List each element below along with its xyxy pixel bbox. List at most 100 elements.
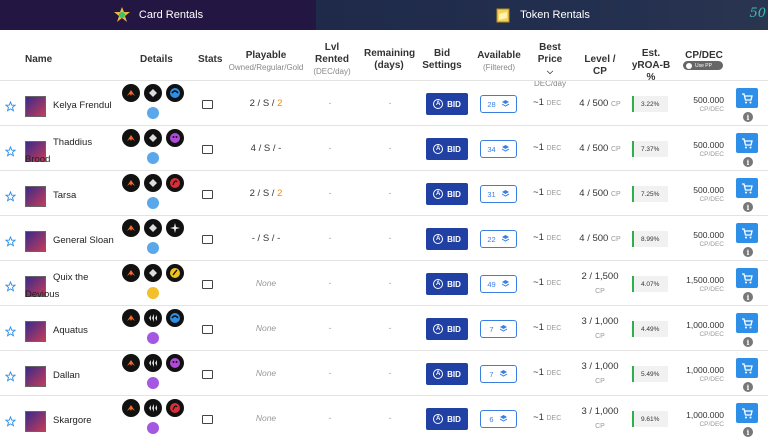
bid-button[interactable]: A BID (426, 183, 468, 205)
add-to-cart-button[interactable] (736, 358, 758, 378)
available-button[interactable]: 28 (480, 95, 517, 113)
playable-regular: S (263, 143, 271, 154)
neutral-icon (144, 264, 162, 282)
favorite-star-icon[interactable] (4, 369, 17, 382)
bid-button[interactable]: A BID (426, 138, 468, 160)
yroa-value: 8.99% (632, 231, 668, 247)
card-avatar[interactable] (25, 186, 46, 207)
card-name[interactable]: Aquatus (53, 322, 123, 339)
available-button[interactable]: 7 (480, 365, 517, 383)
bid-button[interactable]: A BID (426, 273, 468, 295)
stats-icon[interactable] (202, 190, 213, 199)
level-cp: 4 / 500 CP (578, 233, 622, 244)
available-button[interactable]: 22 (480, 230, 517, 248)
col-lvl-rented-sub: (DEC/day) (313, 67, 351, 76)
tab-token-rentals[interactable]: Token Rentals 50 (316, 0, 768, 30)
info-icon[interactable]: i (743, 157, 753, 167)
stats-icon[interactable] (202, 145, 213, 154)
bid-button[interactable]: A BID (426, 408, 468, 430)
add-to-cart-button[interactable] (736, 313, 758, 333)
cart-icon (742, 407, 753, 418)
card-avatar[interactable] (25, 321, 46, 342)
favorite-star-icon[interactable] (4, 414, 17, 427)
card-name[interactable]: Skargore (53, 412, 123, 429)
card-name[interactable]: General Sloan (53, 232, 123, 249)
add-to-cart-button[interactable] (736, 88, 758, 108)
card-name[interactable]: Dallan (53, 367, 123, 384)
playable-none: None (255, 368, 277, 378)
cp-dec-number: 1,000.000 (686, 365, 724, 375)
auto-bid-icon: A (433, 189, 444, 199)
table-row: Kelya Frendul 2 / S / 2 - - A BID 28 ~1 DEC 4 / … (0, 80, 768, 125)
price-unit: DEC (546, 235, 562, 242)
cp-dec-unit: CP/DEC (699, 196, 724, 203)
card-avatar[interactable] (25, 96, 46, 117)
info-icon[interactable]: i (743, 202, 753, 212)
favorite-star-icon[interactable] (4, 144, 17, 157)
info-icon[interactable]: i (743, 247, 753, 257)
card-name[interactable]: Thaddius Brood (25, 134, 120, 168)
fire-dragon-icon (166, 399, 184, 417)
col-level-cp[interactable]: Level / CP (578, 54, 622, 78)
stats-icon[interactable] (202, 415, 213, 424)
add-to-cart-button[interactable] (736, 268, 758, 288)
price-value: 1 (538, 142, 544, 153)
stats-icon[interactable] (202, 235, 213, 244)
favorite-star-icon[interactable] (4, 189, 17, 202)
add-to-cart-button[interactable] (736, 133, 758, 153)
bid-button[interactable]: A BID (426, 93, 468, 115)
level-cp: 3 / 1,000 CP (578, 315, 622, 344)
col-playable[interactable]: Playable Owned/Regular/Gold (228, 50, 304, 74)
col-available[interactable]: Available (Filtered) (476, 50, 522, 74)
card-avatar[interactable] (25, 231, 46, 252)
use-pp-toggle[interactable]: Use PP (683, 61, 723, 70)
available-button[interactable]: 7 (480, 320, 517, 338)
info-icon[interactable]: i (743, 112, 753, 122)
corner-badge: 50 (749, 6, 766, 21)
col-remaining[interactable]: Remaining (days) (364, 48, 415, 72)
card-name[interactable]: Kelya Frendul (53, 97, 123, 114)
card-name[interactable]: Quix the Devious (25, 269, 120, 303)
playable-value: 2 / S / 2 (249, 188, 283, 199)
info-icon[interactable]: i (743, 292, 753, 302)
bid-button[interactable]: A BID (426, 318, 468, 340)
col-playable-sub: Owned/Regular/Gold (228, 63, 304, 72)
available-button[interactable]: 49 (480, 275, 517, 293)
best-price: ~1 DEC (533, 322, 583, 333)
card-avatar[interactable] (25, 366, 46, 387)
fire-icon (122, 309, 140, 327)
best-price: ~1 DEC (533, 277, 583, 288)
available-count: 22 (487, 234, 496, 244)
bid-button[interactable]: A BID (426, 228, 468, 250)
stats-icon[interactable] (202, 280, 213, 289)
favorite-star-icon[interactable] (4, 279, 17, 292)
col-yroa[interactable]: Est. yROA-B % (628, 48, 674, 84)
cp-unit: CP (610, 146, 621, 153)
available-button[interactable]: 31 (480, 185, 517, 203)
col-lvl-rented[interactable]: Lvl Rented (DEC/day) (312, 42, 352, 78)
tab-card-rentals[interactable]: Card Rentals (0, 0, 316, 30)
info-icon[interactable]: i (743, 382, 753, 392)
auto-bid-icon: A (433, 414, 444, 424)
add-to-cart-button[interactable] (736, 403, 758, 423)
cart-icon (742, 92, 753, 103)
favorite-star-icon[interactable] (4, 234, 17, 247)
available-count: 6 (489, 414, 494, 424)
stats-icon[interactable] (202, 370, 213, 379)
bid-button[interactable]: A BID (426, 363, 468, 385)
favorite-star-icon[interactable] (4, 324, 17, 337)
info-icon[interactable]: i (743, 337, 753, 347)
add-to-cart-button[interactable] (736, 178, 758, 198)
playable-gold: - (278, 143, 282, 154)
sort-desc-icon[interactable]: ⌵ (547, 67, 553, 76)
available-button[interactable]: 6 (480, 410, 517, 428)
auto-bid-icon: A (433, 99, 444, 109)
available-button[interactable]: 34 (480, 140, 517, 158)
stats-icon[interactable] (202, 100, 213, 109)
add-to-cart-button[interactable] (736, 223, 758, 243)
stats-icon[interactable] (202, 325, 213, 334)
card-name[interactable]: Tarsa (53, 187, 123, 204)
favorite-star-icon[interactable] (4, 99, 17, 112)
available-count: 7 (489, 369, 494, 379)
col-name[interactable]: Name (25, 54, 52, 66)
